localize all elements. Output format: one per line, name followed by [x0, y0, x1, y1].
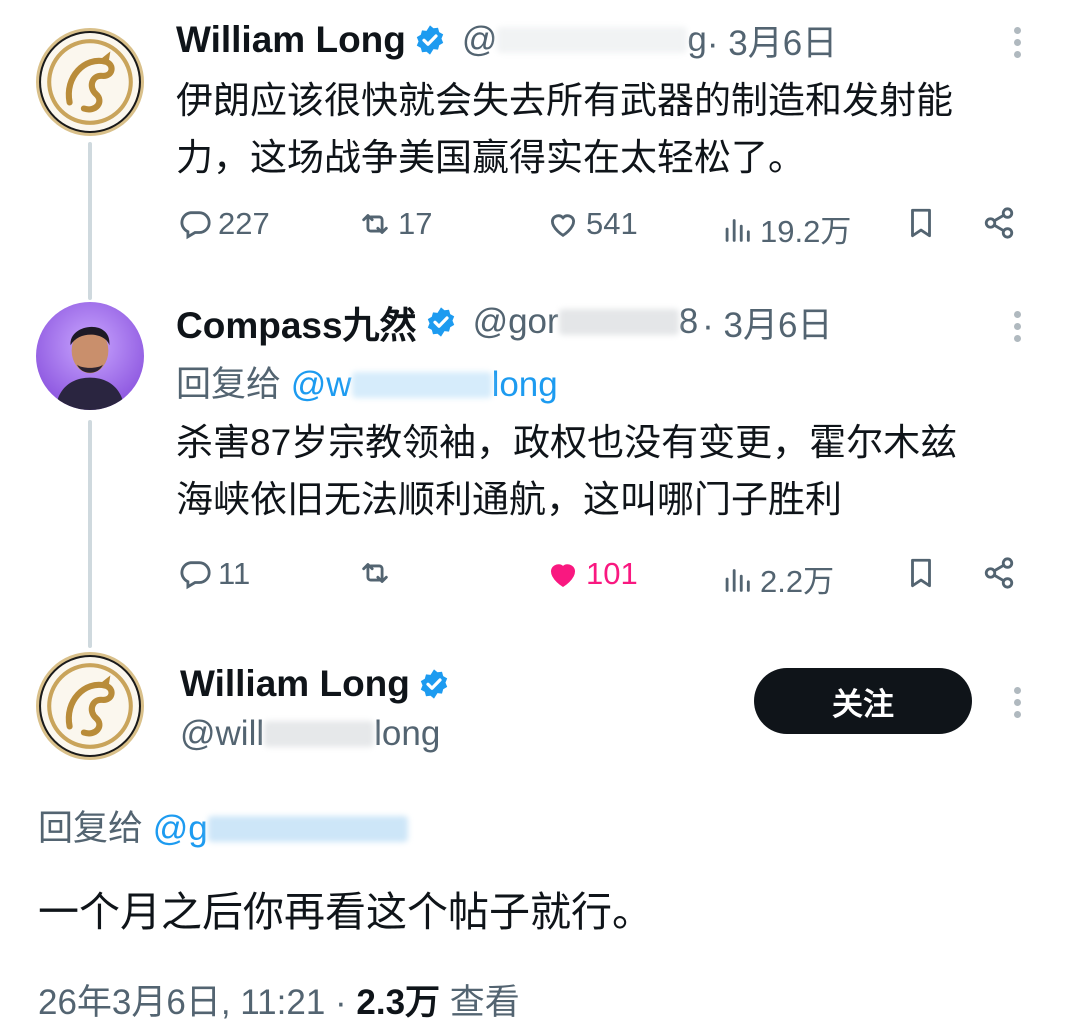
tweet-text: 伊朗应该很快就会失去所有武器的制造和发射能 力，这场战争美国赢得实在太轻松了。 — [176, 80, 953, 178]
retweet-button[interactable] — [358, 556, 398, 590]
tweet-text: 杀害87岁宗教领袖，政权也没有变更，霍尔木兹 海峡依旧无法顺利通航，这叫哪门子胜… — [176, 422, 958, 520]
reply-button[interactable]: 227 — [178, 206, 270, 242]
author-handle[interactable]: @ g — [462, 20, 707, 60]
dragon-logo-icon — [41, 657, 139, 755]
retweet-icon — [362, 214, 388, 234]
tweet-text: 一个月之后你再看这个帖子就行。 — [38, 889, 653, 935]
avatar[interactable] — [36, 28, 144, 136]
share-icon — [984, 207, 1014, 239]
replying-to-handle[interactable]: @g — [153, 809, 408, 848]
verified-badge-icon — [420, 669, 448, 699]
author-handle[interactable]: @will long — [180, 714, 440, 754]
bookmark-icon — [911, 208, 931, 238]
author-handle[interactable]: @gor 8 — [473, 302, 699, 342]
retweet-button[interactable]: 17 — [358, 206, 432, 242]
views-button[interactable]: 2.2万 — [720, 556, 834, 601]
user-portrait-icon — [55, 326, 125, 410]
more-options-icon[interactable] — [1012, 682, 1022, 723]
reply-button[interactable]: 11 — [178, 556, 250, 592]
tweet-meta: 26年3月6日, 11:21 · 2.3万 查看 — [38, 974, 520, 1025]
dragon-logo-icon — [41, 33, 139, 131]
view-count: 2.3万 — [356, 983, 441, 1022]
replying-to: 回复给 @g — [38, 800, 408, 851]
bookmark-button[interactable] — [904, 556, 944, 590]
replying-to: 回复给 @w long — [176, 365, 558, 404]
views-button[interactable]: 19.2万 — [720, 206, 851, 251]
like-button[interactable]: 541 — [546, 206, 638, 242]
reply-icon — [180, 561, 211, 590]
share-icon — [984, 557, 1014, 589]
like-count: 101 — [586, 556, 638, 591]
heart-filled-icon — [550, 564, 576, 587]
tweet-timestamp[interactable]: 26年3月6日, 11:21 · — [38, 983, 356, 1022]
view-count: 2.2万 — [760, 564, 835, 599]
like-button[interactable]: 101 — [546, 556, 638, 592]
verified-badge-icon — [416, 25, 444, 55]
retweet-icon — [362, 563, 388, 583]
author-name[interactable]: William Long — [180, 663, 410, 705]
follow-button[interactable]: 关注 — [754, 668, 972, 734]
views-label: 查看 — [440, 983, 520, 1022]
reply-count: 227 — [218, 206, 270, 241]
retweet-count: 17 — [398, 206, 433, 241]
tweet-date[interactable]: · 3月6日 — [707, 15, 837, 66]
reply-icon — [180, 211, 211, 240]
views-chart-icon — [725, 218, 750, 242]
view-count: 19.2万 — [760, 214, 852, 249]
author-name[interactable]: William Long — [176, 19, 406, 61]
bookmark-icon — [911, 558, 931, 588]
views-chart-icon — [725, 568, 750, 592]
replying-to-handle[interactable]: @w long — [291, 365, 558, 404]
reply-count: 11 — [218, 556, 251, 591]
tweet-date[interactable]: · 3月6日 — [702, 297, 832, 348]
more-options-icon[interactable] — [1012, 22, 1022, 63]
like-count: 541 — [586, 206, 638, 241]
author-name[interactable]: Compass九然 — [176, 295, 417, 349]
thread-connector — [88, 142, 92, 300]
avatar[interactable] — [36, 652, 144, 760]
verified-badge-icon — [427, 307, 454, 337]
more-options-icon[interactable] — [1012, 306, 1022, 347]
share-button[interactable] — [982, 206, 1022, 240]
thread-connector — [88, 420, 92, 648]
share-button[interactable] — [982, 556, 1022, 590]
avatar[interactable] — [36, 302, 144, 410]
heart-icon — [550, 214, 576, 237]
bookmark-button[interactable] — [904, 206, 944, 240]
